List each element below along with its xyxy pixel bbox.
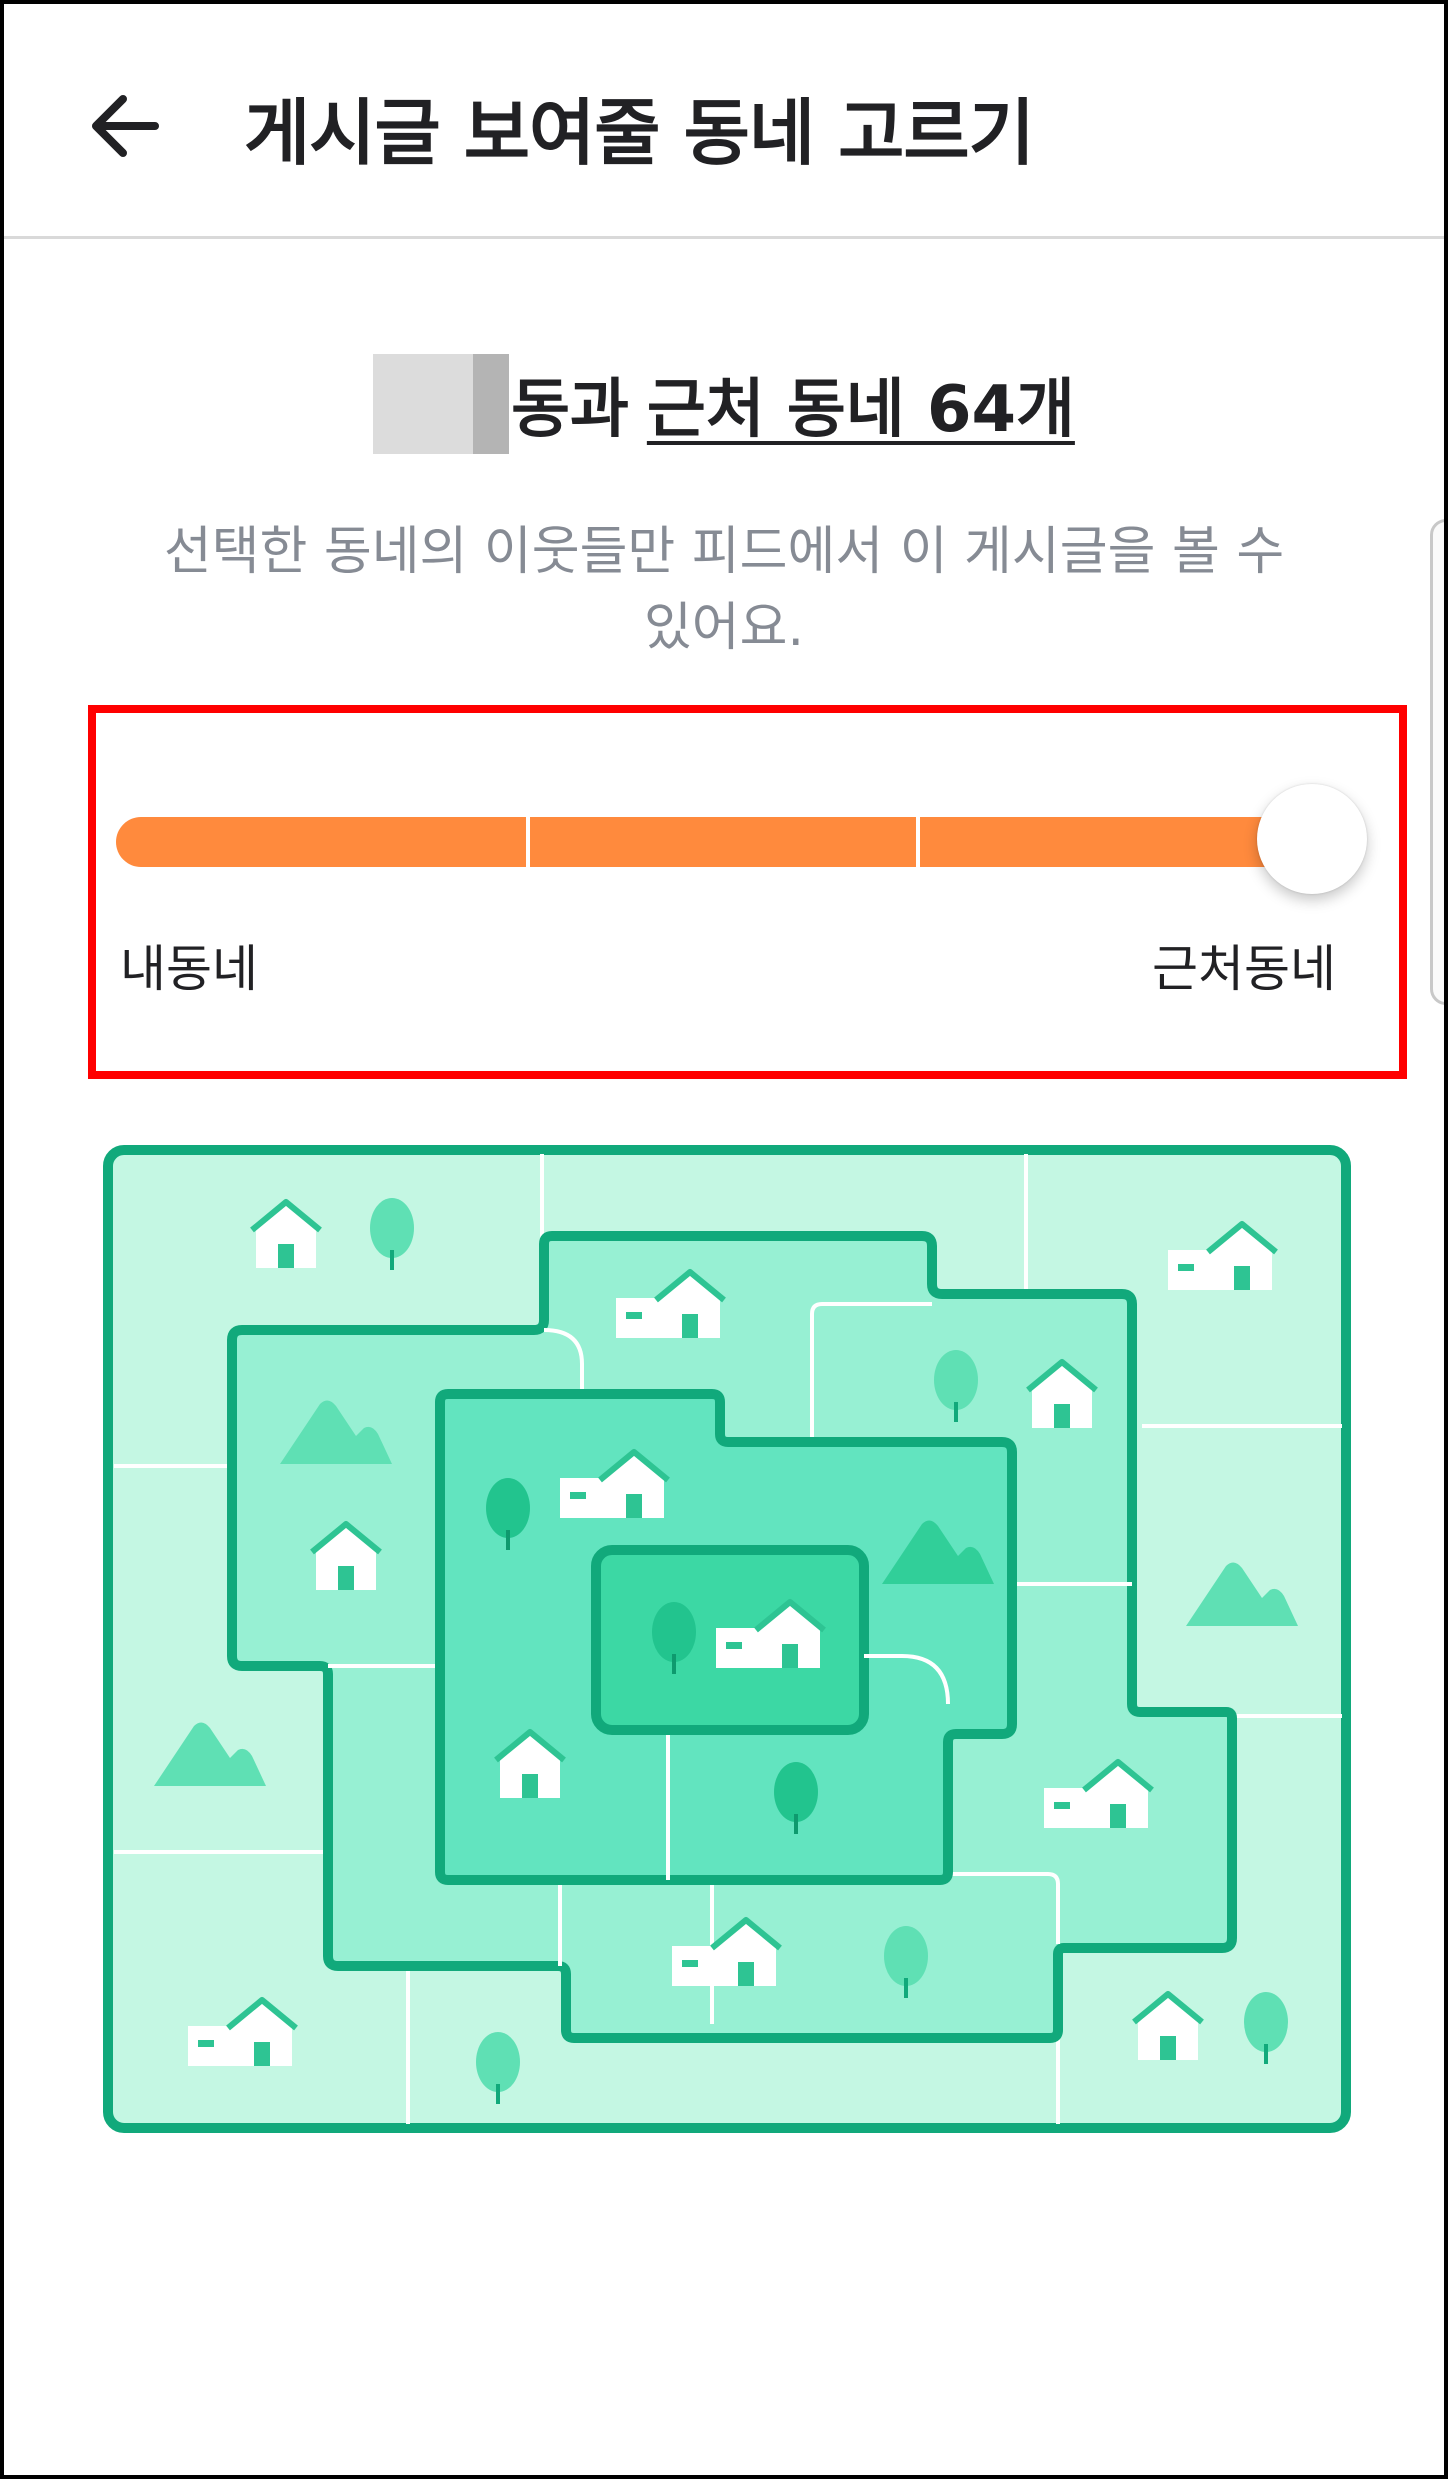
selected-area-summary: 동과 근처 동네 64개	[4, 349, 1444, 459]
nearby-count-link[interactable]: 근처 동네 64개	[647, 358, 1075, 450]
arrow-left-icon	[92, 95, 159, 157]
scroll-indicator[interactable]	[1430, 519, 1444, 1005]
range-slider-highlight	[88, 705, 1407, 1079]
neighborhood-map-illustration	[103, 1145, 1351, 2133]
range-slider-track[interactable]	[116, 817, 1316, 867]
page-title: 게시글 보여줄 동네 고르기	[244, 91, 1035, 175]
slider-step-tick	[916, 817, 920, 867]
neighborhood-suffix: 동과	[511, 373, 629, 447]
redacted-neighborhood-name	[373, 354, 510, 454]
slider-min-label: 내동네	[120, 940, 258, 998]
app-screen: 게시글 보여줄 동네 고르기 동과 근처 동네 64개 선택한 동네의 이웃들만…	[4, 4, 1444, 2475]
back-button[interactable]	[74, 76, 174, 176]
range-slider-thumb[interactable]	[1257, 784, 1367, 894]
slider-max-label: 근처동네	[1152, 940, 1336, 998]
slider-step-tick	[526, 817, 530, 867]
top-app-bar: 게시글 보여줄 동네 고르기	[4, 4, 1444, 239]
range-description: 선택한 동네의 이웃들만 피드에서 이 게시글을 볼 수 있어요.	[163, 522, 1285, 658]
